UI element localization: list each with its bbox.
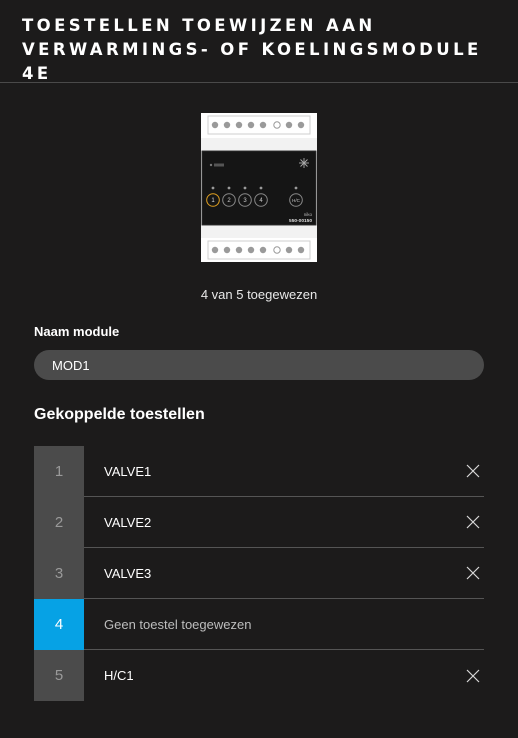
product-code: 550-00150	[289, 218, 312, 224]
device-row-3[interactable]: 3 VALVE3	[34, 547, 484, 599]
row-device-name: Geen toestel toegewezen	[104, 616, 252, 632]
device-row-2[interactable]: 2 VALVE2	[34, 496, 484, 548]
close-icon	[466, 464, 480, 478]
row-number: 2	[34, 496, 84, 548]
page-title: TOESTELLEN TOEWIJZEN AAN VERWARMINGS- OF…	[22, 16, 482, 83]
remove-device-button[interactable]	[458, 661, 488, 691]
linked-devices-list: 1 VALVE1 2 VALVE2 3 VALVE3 4 Geen toeste…	[34, 445, 484, 701]
device-row-4[interactable]: 4 Geen toestel toegewezen	[34, 598, 484, 650]
row-number: 3	[34, 547, 84, 599]
brand-text: niko	[304, 212, 313, 217]
assignment-count: 4 van 5 toegewezen	[200, 287, 318, 302]
row-device-name: VALVE3	[104, 565, 152, 581]
remove-device-button[interactable]	[458, 507, 488, 537]
hc-label: H/C	[292, 198, 301, 203]
remove-device-button[interactable]	[458, 456, 488, 486]
close-icon	[466, 566, 480, 580]
row-device-name: H/C1	[104, 668, 134, 683]
row-number: 1	[34, 445, 84, 497]
linked-devices-title: Gekoppelde toestellen	[34, 406, 205, 423]
close-icon	[466, 515, 480, 529]
page-header: TOESTELLEN TOEWIJZEN AAN VERWARMINGS- OF…	[0, 0, 518, 83]
row-device-name: VALVE2	[104, 514, 152, 530]
close-icon	[466, 669, 480, 682]
row-number: 5	[34, 650, 84, 701]
device-row-5[interactable]: 5 H/C1	[34, 650, 484, 701]
module-illustration: 1 2 3 4 H/C niko 550-00150	[200, 113, 318, 262]
module-name-input[interactable]	[34, 350, 484, 380]
remove-device-button[interactable]	[458, 558, 488, 588]
module-image: 1 2 3 4 H/C niko 550-00150	[201, 113, 317, 262]
device-row-1[interactable]: 1 VALVE1	[34, 445, 484, 497]
row-number: 4	[34, 598, 84, 650]
row-device-name: VALVE1	[104, 463, 152, 479]
module-name-label: Naam module	[34, 324, 120, 339]
